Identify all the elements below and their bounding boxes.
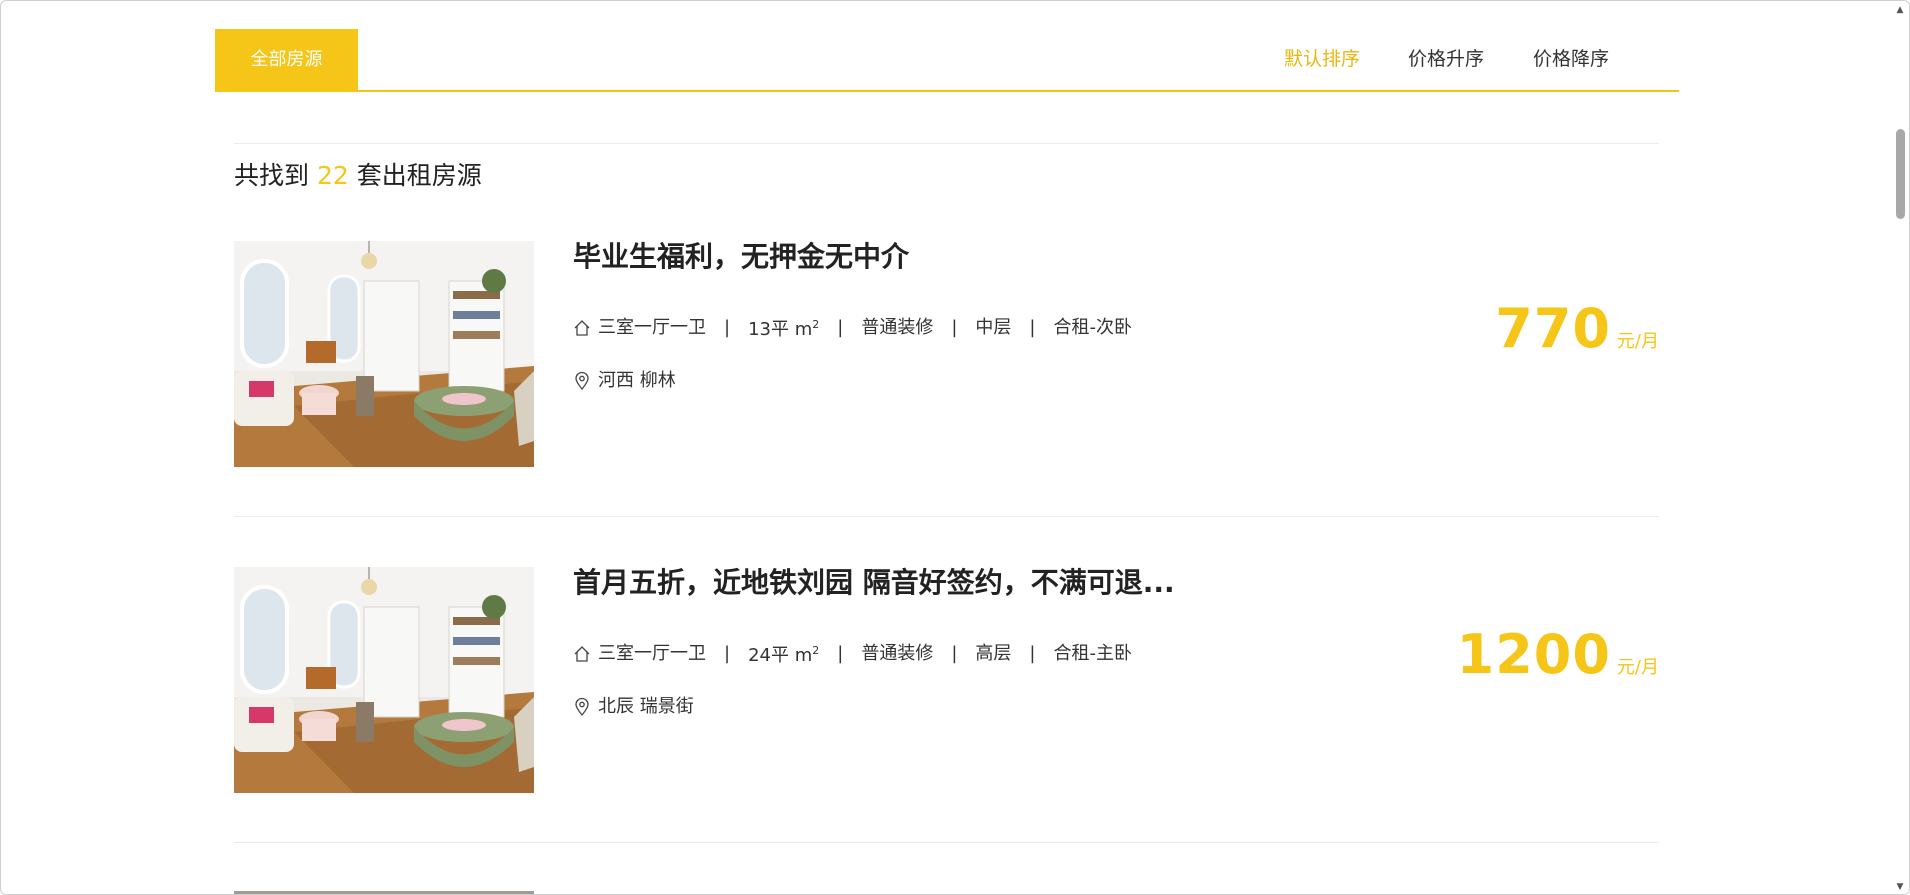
separator: |	[837, 316, 844, 338]
listing-card[interactable]: 首月五折，近地铁刘园 隔音好签约，不满可退... 三室一厅一卫 | 24平 m2…	[234, 567, 1659, 793]
listing-card[interactable]: 毕业生福利，无押金无中介 三室一厅一卫 | 13平 m2 | 普通装修 | 中层…	[234, 241, 1659, 467]
listing-photo[interactable]	[234, 567, 534, 793]
result-count: 共找到 22 套出租房源	[234, 158, 482, 194]
sort-price-asc-button[interactable]: 价格升序	[1408, 29, 1484, 90]
listing-rent-type: 合租-次卧	[1053, 316, 1132, 338]
filter-tab-bar: 全部房源 默认排序 价格升序 价格降序	[215, 29, 1679, 92]
listing-price: 1200 元/月	[1457, 625, 1659, 698]
scrollbar-thumb[interactable]	[1896, 129, 1905, 219]
area-value: 13平 m	[748, 319, 813, 340]
listing-decoration: 普通装修	[861, 316, 934, 338]
scroll-up-arrow-icon[interactable]: ▲	[1895, 5, 1905, 15]
listing-divider	[234, 516, 1659, 517]
area-superscript: 2	[812, 644, 820, 657]
listing-area: 24平 m2	[748, 639, 819, 668]
location-text: 北辰 瑞景街	[598, 696, 694, 717]
listing-title[interactable]: 首月五折，近地铁刘园 隔音好签约，不满可退...	[573, 567, 1175, 599]
separator: |	[951, 642, 958, 664]
location-pin-icon	[575, 371, 589, 390]
listing-layout: 三室一厅一卫	[598, 316, 706, 338]
price-unit: 元/月	[1616, 331, 1659, 352]
listing-layout: 三室一厅一卫	[598, 642, 706, 664]
room-photo-illustration	[234, 567, 534, 793]
listing-area: 13平 m2	[748, 313, 819, 342]
listing-meta: 三室一厅一卫 | 24平 m2 | 普通装修 | 高层 | 合租-主卧	[573, 639, 1132, 668]
listing-floor: 高层	[975, 642, 1012, 664]
page-viewport: 全部房源 默认排序 价格升序 价格降序 共找到 22 套出租房源 毕业生福利，无…	[0, 0, 1910, 895]
vertical-scrollbar[interactable]: ▲ ▼	[1891, 1, 1909, 894]
house-icon	[574, 319, 590, 336]
separator: |	[1029, 316, 1036, 338]
area-value: 24平 m	[748, 645, 813, 666]
tab-all-listings[interactable]: 全部房源	[215, 29, 358, 90]
result-suffix: 套出租房源	[356, 161, 482, 190]
listing-meta: 三室一厅一卫 | 13平 m2 | 普通装修 | 中层 | 合租-次卧	[573, 313, 1132, 342]
listing-price: 770 元/月	[1495, 299, 1659, 372]
sort-price-desc-button[interactable]: 价格降序	[1533, 29, 1609, 90]
separator: |	[837, 642, 844, 664]
separator: |	[724, 316, 731, 338]
sort-default-button[interactable]: 默认排序	[1284, 29, 1360, 90]
result-prefix: 共找到	[234, 161, 310, 190]
listing-rent-type: 合租-主卧	[1053, 642, 1132, 664]
area-superscript: 2	[812, 318, 820, 331]
separator: |	[1029, 642, 1036, 664]
listing-location: 北辰 瑞景街	[573, 695, 694, 719]
listing-location: 河西 柳林	[573, 369, 676, 393]
location-text: 河西 柳林	[598, 370, 676, 391]
separator: |	[724, 642, 731, 664]
scroll-down-arrow-icon[interactable]: ▼	[1895, 882, 1905, 892]
listing-floor: 中层	[975, 316, 1012, 338]
listing-card-partial[interactable]	[234, 891, 1659, 894]
room-photo-illustration	[234, 241, 534, 467]
result-number: 22	[316, 161, 349, 190]
listing-divider	[234, 842, 1659, 843]
price-amount: 770	[1495, 297, 1611, 360]
separator: |	[951, 316, 958, 338]
price-amount: 1200	[1456, 623, 1611, 686]
location-pin-icon	[575, 697, 589, 716]
listing-title[interactable]: 毕业生福利，无押金无中介	[573, 241, 909, 273]
price-unit: 元/月	[1616, 657, 1659, 678]
listing-photo[interactable]	[234, 891, 534, 894]
listing-photo[interactable]	[234, 241, 534, 467]
listing-decoration: 普通装修	[861, 642, 934, 664]
divider	[234, 143, 1659, 144]
house-icon	[574, 645, 590, 662]
